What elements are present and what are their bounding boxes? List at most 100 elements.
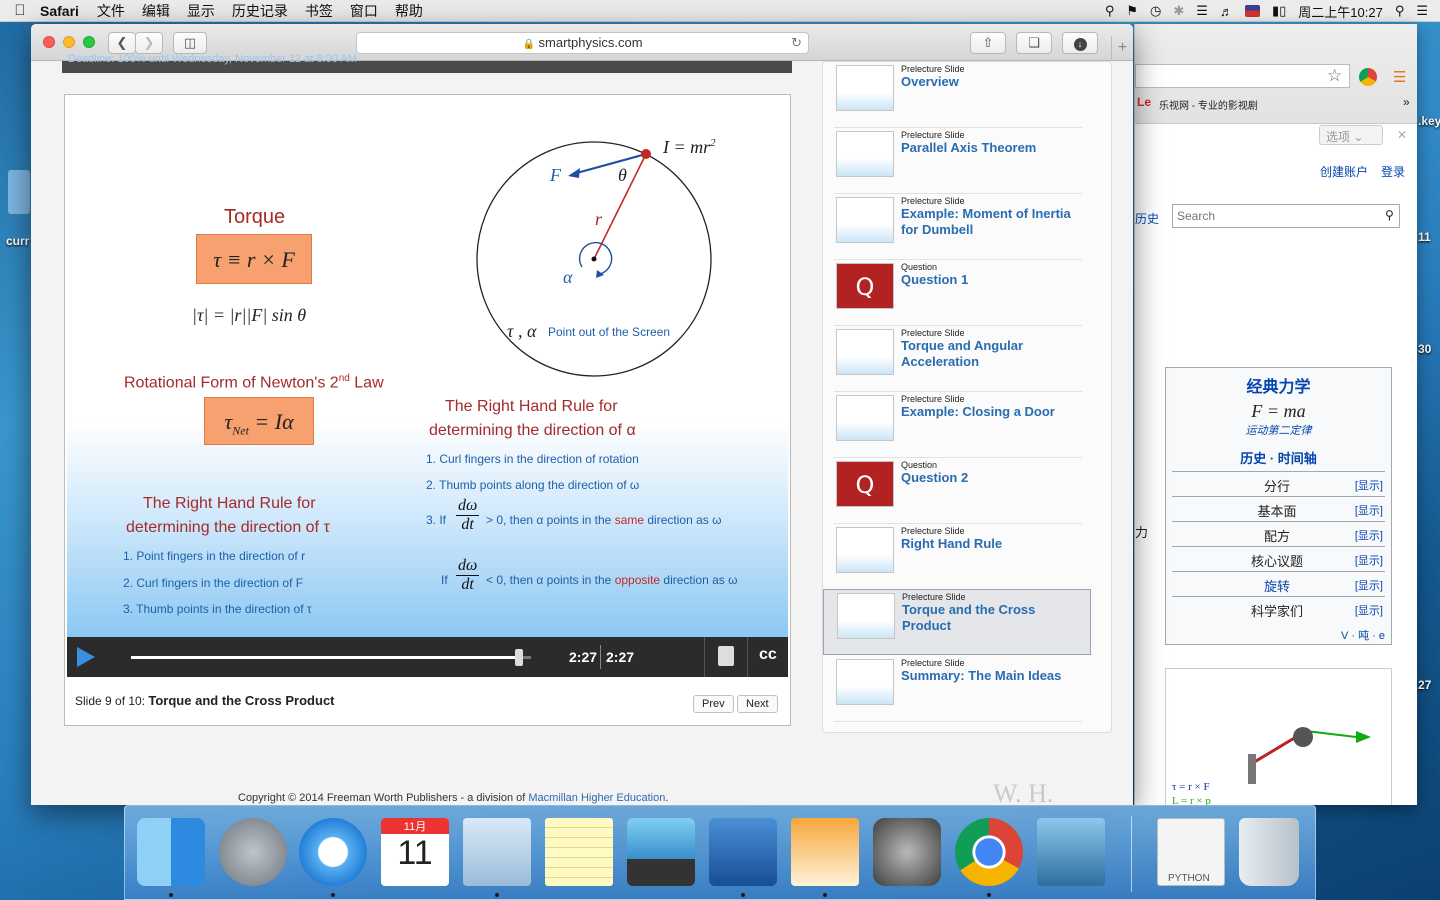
slide-list-item[interactable]: Prelecture Slide Overview	[834, 62, 1082, 128]
menu-app-name[interactable]: Safari	[40, 3, 79, 19]
clock-text[interactable]: 周二上午10:27	[1298, 2, 1383, 21]
time-machine-icon[interactable]: ◷	[1150, 3, 1161, 19]
infobox-row-toggle[interactable]: [显示]	[1355, 602, 1383, 618]
minimize-button[interactable]	[63, 36, 75, 48]
infobox-row[interactable]: 科学家们 [显示]	[1172, 596, 1385, 621]
chrome-icon[interactable]	[955, 818, 1023, 886]
slide-list-item[interactable]: Q Question Question 1	[834, 260, 1082, 326]
slide-thumbnail	[837, 593, 895, 639]
desktop-folder-icon[interactable]	[8, 170, 30, 214]
infobox-row-label: 核心议题	[1250, 554, 1303, 569]
search-icon[interactable]: ⚲	[1395, 3, 1405, 19]
notes-icon[interactable]	[545, 818, 613, 886]
zoom-button[interactable]	[83, 36, 95, 48]
menu-view[interactable]: 显示	[187, 1, 215, 21]
options-select[interactable]: 选项 ⌄	[1319, 125, 1383, 145]
infobox-row[interactable]: 基本面 [显示]	[1172, 496, 1385, 521]
launchpad-icon[interactable]	[219, 818, 287, 886]
slide-list-item[interactable]: Prelecture Slide Torque and the Cross Pro…	[823, 589, 1091, 655]
menu-help[interactable]: 帮助	[395, 1, 423, 21]
infobox-row-toggle[interactable]: [显示]	[1355, 502, 1383, 518]
transcript-icon[interactable]	[718, 646, 734, 666]
infobox-footer[interactable]: V · 吨 · e	[1166, 627, 1385, 643]
mail-icon[interactable]	[463, 818, 531, 886]
volume-icon[interactable]: ♬	[1220, 4, 1233, 19]
menu-history[interactable]: 历史记录	[232, 1, 288, 21]
apple-icon[interactable]: 	[0, 2, 40, 19]
bluetooth-icon[interactable]: ✱	[1173, 3, 1184, 19]
pages-icon[interactable]	[791, 818, 859, 886]
finder-icon[interactable]	[137, 818, 205, 886]
slide-list-item[interactable]: Prelecture Slide Example: Closing a Door	[834, 392, 1082, 458]
next-button[interactable]: Next	[737, 695, 778, 713]
preview-icon[interactable]	[1037, 818, 1105, 886]
reload-icon[interactable]: ↻	[791, 33, 802, 53]
downloads-button[interactable]: ↓	[1062, 32, 1098, 54]
back-url-bar[interactable]	[1135, 64, 1350, 88]
inertia-text: I = mr	[663, 137, 711, 157]
menu-file[interactable]: 文件	[97, 1, 125, 21]
slide-list-item[interactable]: Prelecture Slide Torque and Angular Accel…	[834, 326, 1082, 392]
infobox-row-toggle[interactable]: [显示]	[1355, 477, 1383, 493]
menu-window[interactable]: 窗口	[350, 1, 378, 21]
tabs-button[interactable]: ❏	[1016, 32, 1052, 54]
share-button[interactable]: ⇧	[970, 32, 1006, 54]
wiki-search-icon[interactable]: ⚲	[1385, 208, 1394, 222]
chrome-icon[interactable]	[1359, 68, 1377, 86]
flag-icon[interactable]	[1244, 5, 1260, 17]
new-tab-button[interactable]: +	[1111, 36, 1133, 61]
tab-banner-text[interactable]: 乐视网 - 专业的影视剧	[1159, 97, 1258, 112]
slide-list-item[interactable]: Prelecture Slide Parallel Axis Theorem	[834, 128, 1082, 194]
slide-list-item[interactable]: Prelecture Slide Summary: The Main Ideas	[834, 656, 1082, 722]
slide-list-item[interactable]: Q Question Question 2	[834, 458, 1082, 524]
forward-button[interactable]: ❯	[135, 32, 163, 54]
slide-list-item[interactable]: Prelecture Slide Example: Moment of Inert…	[834, 194, 1082, 260]
bookmark-star-icon[interactable]: ☆	[1327, 66, 1342, 86]
infobox-row[interactable]: 配方 [显示]	[1172, 521, 1385, 546]
infobox-link-history[interactable]: 历史	[1240, 451, 1266, 466]
calendar-icon[interactable]: 11月 11	[381, 818, 449, 886]
slide-list-item[interactable]: Prelecture Slide Right Hand Rule	[834, 524, 1082, 590]
system-preferences-icon[interactable]	[873, 818, 941, 886]
trash-icon[interactable]	[1239, 818, 1299, 886]
publisher-link[interactable]: Macmillan Higher Education	[528, 792, 665, 804]
list-icon[interactable]: ☰	[1416, 3, 1428, 19]
image-capture-icon[interactable]	[627, 818, 695, 886]
chevron-left-icon: ❮	[116, 35, 128, 50]
closed-caption-button[interactable]: cc	[759, 646, 777, 664]
dictionary-icon[interactable]	[709, 818, 777, 886]
progress-handle[interactable]	[515, 649, 523, 666]
back-button[interactable]: ❮	[108, 32, 136, 54]
sidebar-toggle-button[interactable]: ◫	[173, 32, 207, 54]
wifi-icon[interactable]: ☰	[1196, 3, 1208, 19]
close-icon[interactable]: ✕	[1397, 128, 1407, 142]
play-button[interactable]	[77, 647, 95, 667]
chevron-right-icon[interactable]: »	[1403, 95, 1410, 109]
notification-bell-icon[interactable]: ⚑	[1126, 3, 1138, 19]
prev-button[interactable]: Prev	[693, 695, 734, 713]
infobox-subtitle[interactable]: 运动第二定律	[1166, 422, 1391, 438]
safari-icon[interactable]	[299, 818, 367, 886]
wiki-search-input[interactable]	[1172, 204, 1400, 228]
address-bar[interactable]: 🔒 smartphysics.com ↻	[356, 32, 809, 54]
create-account-link[interactable]: 创建账户	[1320, 163, 1368, 180]
close-button[interactable]	[43, 36, 55, 48]
battery-icon[interactable]: ▮▯	[1272, 3, 1286, 19]
infobox-row-toggle[interactable]: [显示]	[1355, 552, 1383, 568]
infobox-row[interactable]: 分行 [显示]	[1172, 471, 1385, 496]
infobox-row[interactable]: 核心议题 [显示]	[1172, 546, 1385, 571]
menu-bookmarks[interactable]: 书签	[305, 1, 333, 21]
menu-edit[interactable]: 编辑	[142, 1, 170, 21]
progress-track[interactable]	[131, 656, 531, 659]
spotlight-alt-icon[interactable]: ⚲	[1105, 3, 1115, 19]
infobox-row[interactable]: 旋转 [显示]	[1172, 571, 1385, 596]
menu-icon[interactable]: ☰	[1393, 68, 1406, 86]
infobox-link-timeline[interactable]: 时间轴	[1278, 451, 1317, 466]
login-link[interactable]: 登录	[1381, 163, 1405, 180]
desktop-label-left[interactable]: curr	[6, 234, 29, 248]
infobox-row-toggle[interactable]: [显示]	[1355, 577, 1383, 593]
history-tab[interactable]: 历史	[1135, 210, 1159, 227]
infobox-row-toggle[interactable]: [显示]	[1355, 527, 1383, 543]
python-file-icon[interactable]: PYTHON	[1157, 818, 1225, 886]
slide-list-item-title: Torque and the Cross Product	[902, 602, 1036, 633]
